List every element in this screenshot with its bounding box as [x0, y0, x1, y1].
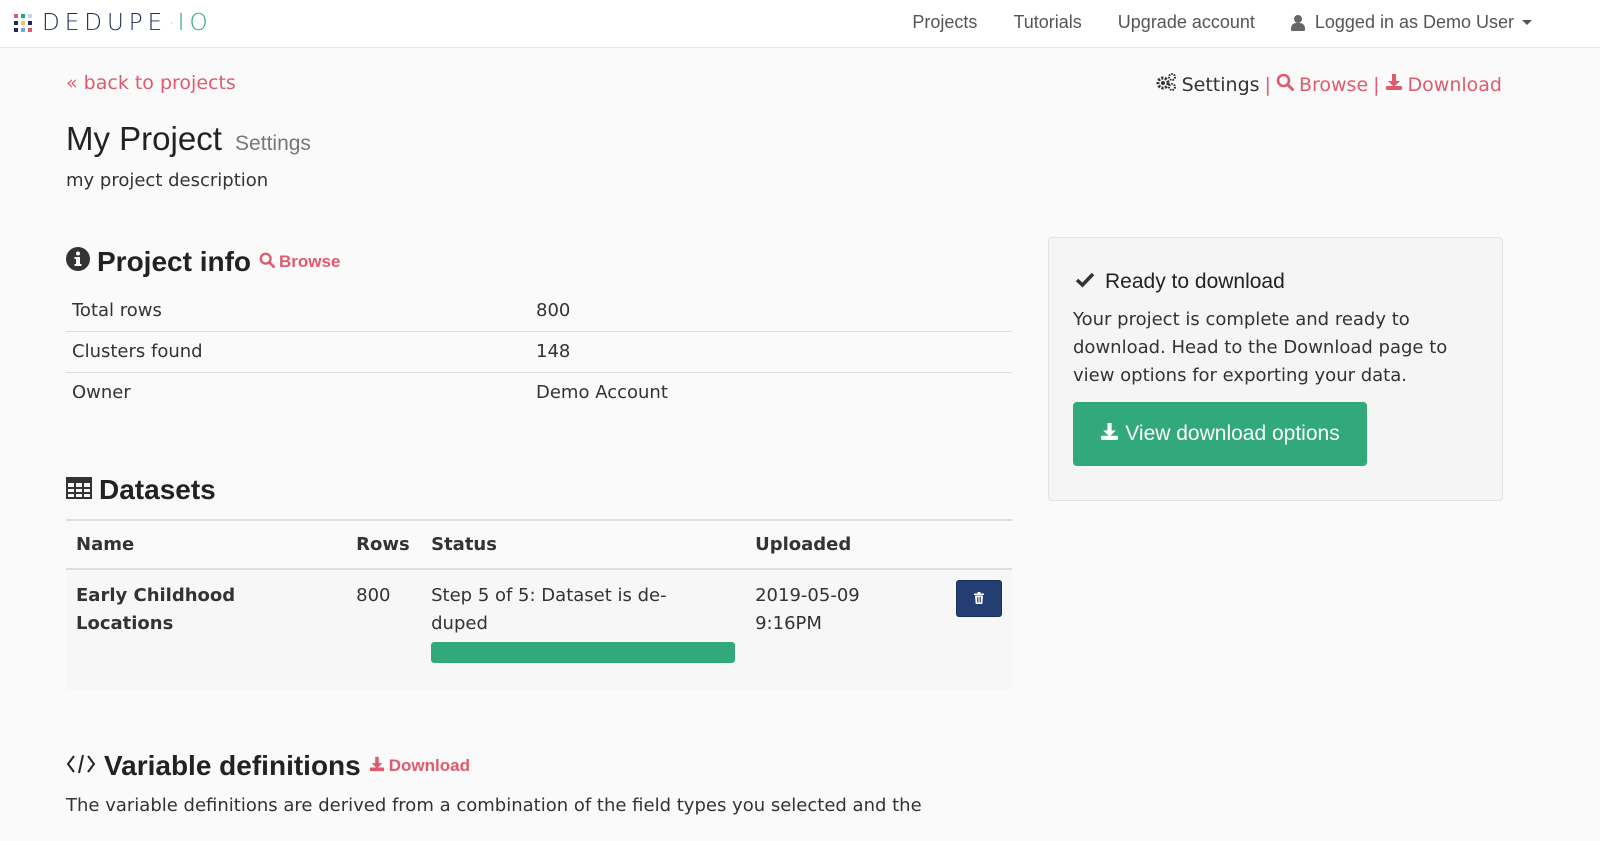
trash-icon [974, 585, 984, 613]
project-info-browse-link[interactable]: Browse [259, 252, 340, 273]
view-download-options-button[interactable]: View download options [1073, 402, 1367, 466]
col-status: Status [421, 519, 746, 570]
download-link[interactable]: Download [1385, 73, 1502, 96]
browse-link[interactable]: Browse [1276, 73, 1368, 96]
delete-dataset-button[interactable] [956, 580, 1002, 617]
download-label: Download [1407, 73, 1502, 96]
info-value: 800 [536, 299, 571, 321]
panel-text: Your project is complete and ready to do… [1073, 309, 1448, 386]
panel-title: Ready to download [1075, 270, 1285, 294]
logo-dots-icon [14, 14, 32, 32]
separator: | [1264, 73, 1271, 96]
browse-label: Browse [1298, 73, 1369, 96]
check-icon [1075, 270, 1095, 294]
search-icon [259, 252, 276, 273]
table-row: Owner Demo Account [66, 371, 1012, 413]
caret-down-icon [1522, 20, 1532, 25]
settings-label[interactable]: Settings [1182, 74, 1260, 96]
nav-tutorials[interactable]: Tutorials [1013, 12, 1081, 33]
search-icon [1276, 73, 1294, 96]
nav-projects[interactable]: Projects [912, 12, 977, 33]
variables-download-link[interactable]: Download [369, 756, 470, 777]
ready-to-download-panel: Ready to download Your project is comple… [1048, 237, 1503, 501]
project-subtitle: Settings [235, 132, 311, 155]
col-name: Name [66, 519, 347, 570]
info-circle-icon [66, 246, 90, 278]
uploaded-time: 9:16PM [755, 613, 822, 634]
col-rows: Rows [346, 519, 422, 570]
datasets-heading: Datasets [66, 474, 216, 506]
download-icon [1385, 73, 1403, 96]
info-value: Demo Account [530, 371, 1012, 413]
project-actions: Settings | Browse | Download [1155, 72, 1502, 97]
project-info-heading: Project info Browse [66, 246, 340, 278]
col-uploaded: Uploaded [745, 519, 924, 570]
download-icon [1100, 422, 1119, 447]
col-actions [924, 519, 1012, 570]
dataset-uploaded: 2019-05-09 9:16PM [745, 569, 924, 690]
dataset-rows: 800 [356, 585, 391, 606]
brand-logo[interactable]: DEDUPE ·IO [14, 10, 213, 36]
gears-icon [1155, 72, 1177, 97]
user-menu[interactable]: Logged in as Demo User [1290, 12, 1532, 33]
user-icon [1290, 14, 1305, 31]
page-title: My Project Settings [66, 120, 311, 158]
dataset-name[interactable]: Early Childhood Locations [66, 569, 346, 690]
table-header-row: Name Rows Status Uploaded [66, 519, 1012, 570]
info-label: Clusters found [66, 330, 530, 372]
variable-definitions-heading: Variable definitions Download [66, 750, 470, 782]
nav-upgrade-account[interactable]: Upgrade account [1118, 12, 1255, 33]
uploaded-date: 2019-05-09 [755, 585, 860, 606]
navbar: DEDUPE ·IO Projects Tutorials Upgrade acc… [0, 0, 1600, 48]
dataset-actions [924, 569, 1012, 690]
project-description: my project description [66, 170, 269, 191]
separator: | [1373, 73, 1380, 96]
info-value: 148 [530, 330, 1012, 372]
variable-definitions-description: The variable definitions are derived fro… [66, 795, 922, 816]
code-icon [66, 750, 96, 782]
project-info-table: Total rows 800 Clusters found 148 Owner … [66, 290, 1012, 413]
table-icon [66, 474, 92, 506]
back-to-projects-link[interactable]: « back to projects [66, 72, 236, 94]
progress-fill [431, 642, 736, 663]
progress-bar [431, 642, 736, 663]
table-row: Clusters found 148 [66, 330, 1012, 372]
project-title: My Project [66, 120, 222, 157]
status-text: Step 5 of 5: Dataset is de-duped [431, 585, 667, 634]
download-icon [369, 756, 385, 777]
info-label: Owner [66, 371, 530, 413]
info-label: Total rows [72, 299, 162, 321]
dataset-status: Step 5 of 5: Dataset is de-duped [421, 569, 745, 690]
brand-name: DEDUPE ·IO [42, 10, 213, 36]
datasets-table: Name Rows Status Uploaded Early Childhoo… [66, 519, 1012, 690]
nav-links: Projects Tutorials Upgrade account Logge… [876, 12, 1600, 33]
table-row: Total rows 800 [66, 290, 1012, 331]
table-row: Early Childhood Locations 800 Step 5 of … [66, 569, 1012, 690]
user-label: Logged in as Demo User [1314, 12, 1514, 32]
